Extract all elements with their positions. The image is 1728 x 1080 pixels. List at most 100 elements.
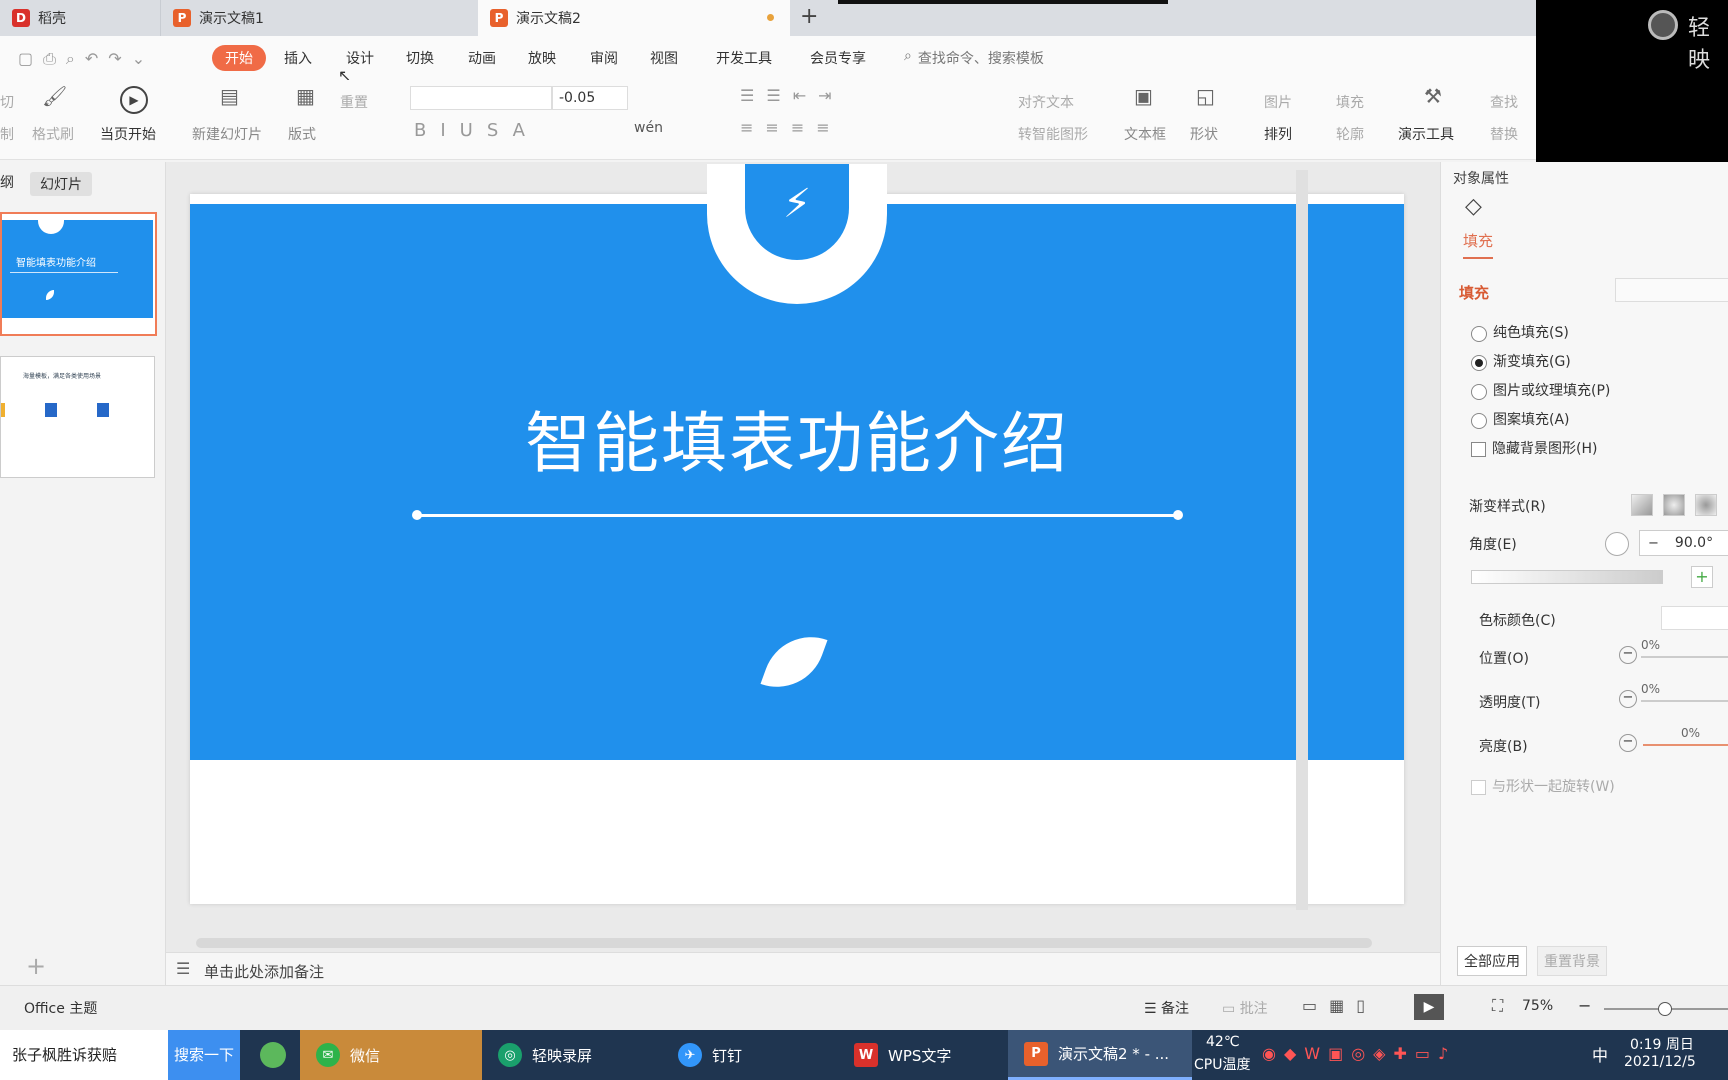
outline-button[interactable]: 轮廓 xyxy=(1336,124,1364,144)
tab-outline[interactable]: 纲 xyxy=(0,172,14,192)
gradient-rect-icon[interactable] xyxy=(1695,494,1717,516)
find-button[interactable]: 查找 xyxy=(1490,92,1518,112)
recorder-logo-icon xyxy=(1648,10,1678,40)
tab-start[interactable]: 开始 xyxy=(212,45,266,71)
apply-all-button[interactable]: 全部应用 xyxy=(1457,946,1527,976)
reset-button[interactable]: 重置 xyxy=(340,92,368,112)
option-picture-fill[interactable]: 图片或纹理填充(P) xyxy=(1471,380,1610,400)
zoom-slider-thumb[interactable] xyxy=(1658,1002,1672,1016)
layout-button[interactable]: 版式 xyxy=(288,124,316,144)
tab-review[interactable]: 审阅 xyxy=(590,48,618,68)
slide-thumbnail-2[interactable]: 海量模板，满足各类使用场景 xyxy=(0,356,155,478)
add-stop-icon[interactable]: + xyxy=(1691,566,1713,588)
phonetic-button[interactable]: wén xyxy=(634,120,663,136)
option-gradient-fill[interactable]: 渐变填充(G) xyxy=(1471,351,1571,371)
quick-access-icons[interactable]: ▢⎙⌕↶↷⌄ xyxy=(18,49,155,69)
fit-window-icon[interactable]: ⛶ xyxy=(1492,996,1503,1016)
slide-page[interactable]: ⚡ 智能填表功能介绍 xyxy=(190,164,1404,904)
horizontal-scrollbar[interactable] xyxy=(196,938,1372,948)
position-slider[interactable] xyxy=(1641,656,1728,658)
clock-date[interactable]: 2021/12/5 xyxy=(1624,1054,1696,1070)
rotate-with-shape-checkbox[interactable]: 与形状一起旋转(W) xyxy=(1471,776,1615,796)
cut-button[interactable]: 切 xyxy=(0,92,14,112)
tab-view[interactable]: 视图 xyxy=(650,48,678,68)
search-box[interactable]: 张子枫胜诉获赔 xyxy=(0,1030,168,1080)
tab-design[interactable]: 设计 xyxy=(346,48,374,68)
transparency-slider[interactable] xyxy=(1641,700,1728,702)
font-size-select[interactable]: -0.05 xyxy=(552,86,628,110)
notes-toggle-button[interactable]: ☰ 备注 xyxy=(1144,998,1189,1018)
shape-button[interactable]: 形状 xyxy=(1190,124,1218,144)
list-icons[interactable]: ☰☰⇤⇥ xyxy=(740,86,844,105)
new-tab-button[interactable]: + xyxy=(800,4,818,29)
gradient-bar[interactable] xyxy=(1471,570,1663,584)
taskbar-app-dingtalk[interactable]: ✈ 钉钉 xyxy=(662,1030,838,1080)
presentation-icon: P xyxy=(490,9,508,27)
brightness-decrement-icon[interactable]: − xyxy=(1619,734,1637,752)
tab-developer[interactable]: 开发工具 xyxy=(716,48,772,68)
decrement-icon[interactable]: − xyxy=(1648,536,1659,551)
tab-transition[interactable]: 切换 xyxy=(406,48,434,68)
new-slide-button[interactable]: 新建幻灯片 xyxy=(192,124,262,144)
tools-button[interactable]: 演示工具 xyxy=(1398,124,1454,144)
slideshow-play-button[interactable]: ▶ xyxy=(1414,994,1444,1020)
notes-bar[interactable]: ☰ 单击此处添加备注 xyxy=(166,952,1440,985)
taskbar-app-presentation[interactable]: P 演示文稿2 * - ... xyxy=(1008,1030,1192,1080)
taskbar-app-wechat[interactable]: ✉ 微信 xyxy=(300,1030,482,1080)
browser-icon[interactable] xyxy=(260,1042,286,1068)
tab-presentation-1[interactable]: P 演示文稿1 xyxy=(160,0,478,36)
stop-color-select[interactable] xyxy=(1661,606,1728,630)
tab-insert[interactable]: 插入 xyxy=(284,48,312,68)
add-slide-button[interactable]: + xyxy=(26,952,46,980)
zoom-out-icon[interactable]: − xyxy=(1578,996,1591,1015)
hide-background-checkbox[interactable]: 隐藏背景图形(H) xyxy=(1471,438,1597,458)
tab-slideshow[interactable]: 放映 xyxy=(528,48,556,68)
vertical-scrollbar[interactable] xyxy=(1296,170,1308,910)
reset-background-button[interactable]: 重置背景 xyxy=(1537,946,1607,976)
angle-stepper[interactable]: − 90.0° xyxy=(1639,530,1728,556)
tab-animation[interactable]: 动画 xyxy=(468,48,496,68)
option-pattern-fill[interactable]: 图案填充(A) xyxy=(1471,409,1570,429)
arrange-button[interactable]: 排列 xyxy=(1264,124,1292,144)
fill-section-header[interactable]: 填充 xyxy=(1459,282,1489,303)
tab-daoke[interactable]: D 稻壳 xyxy=(0,0,160,36)
textbox-button[interactable]: 文本框 xyxy=(1124,124,1166,144)
align-icons[interactable]: ≡≡≡≡ xyxy=(740,118,842,137)
comments-button[interactable]: ▭ 批注 xyxy=(1222,998,1268,1018)
tab-member[interactable]: 会员专享 xyxy=(810,48,866,68)
taskbar-app-recorder[interactable]: ◎ 轻映录屏 xyxy=(482,1030,662,1080)
smart-shape-button[interactable]: 转智能图形 xyxy=(1018,124,1088,144)
view-mode-icons[interactable]: ▭▦▯ xyxy=(1302,996,1377,1015)
text-style-icons[interactable]: BIUSA xyxy=(414,120,539,141)
zoom-level[interactable]: 75% xyxy=(1522,998,1553,1014)
option-solid-fill[interactable]: 纯色填充(S) xyxy=(1471,322,1569,342)
font-family-select[interactable] xyxy=(410,86,552,110)
ime-indicator[interactable]: 中 xyxy=(1592,1042,1608,1066)
layout-icon: ▦ xyxy=(296,84,315,108)
slide-title[interactable]: 智能填表功能介绍 xyxy=(190,390,1404,486)
fill-color-preview[interactable] xyxy=(1615,278,1728,302)
tab-slides[interactable]: 幻灯片 xyxy=(30,172,92,196)
brightness-slider[interactable] xyxy=(1643,744,1728,746)
replace-button[interactable]: 替换 xyxy=(1490,124,1518,144)
tab-presentation-2[interactable]: P 演示文稿2 xyxy=(478,0,790,36)
clock-time[interactable]: 0:19 周日 xyxy=(1630,1034,1694,1054)
from-current-button[interactable]: 当页开始 xyxy=(100,124,156,144)
align-text-button[interactable]: 对齐文本 xyxy=(1018,92,1074,112)
format-painter-button[interactable]: 格式刷 xyxy=(32,124,74,144)
command-search[interactable]: ⌕ 查找命令、搜索模板 xyxy=(904,48,1044,68)
search-button[interactable]: 搜索一下 xyxy=(168,1030,240,1080)
angle-dial-icon[interactable] xyxy=(1605,532,1629,556)
tray-icons[interactable]: ◉◆W▣◎◈✚▭♪ xyxy=(1262,1044,1456,1063)
panel-header[interactable]: 对象属性 xyxy=(1453,168,1509,188)
slide-thumbnail-1[interactable]: 智能填表功能介绍 xyxy=(0,212,157,336)
position-decrement-icon[interactable]: − xyxy=(1619,646,1637,664)
fill-button[interactable]: 填充 xyxy=(1336,92,1364,112)
gradient-radial-icon[interactable] xyxy=(1663,494,1685,516)
gradient-linear-icon[interactable] xyxy=(1631,494,1653,516)
taskbar-app-wps-writer[interactable]: W WPS文字 xyxy=(838,1030,1004,1080)
copy-button[interactable]: 制 xyxy=(0,124,14,144)
picture-button[interactable]: 图片 xyxy=(1264,92,1292,112)
tab-fill[interactable]: 填充 xyxy=(1463,230,1494,259)
transparency-decrement-icon[interactable]: − xyxy=(1619,690,1637,708)
